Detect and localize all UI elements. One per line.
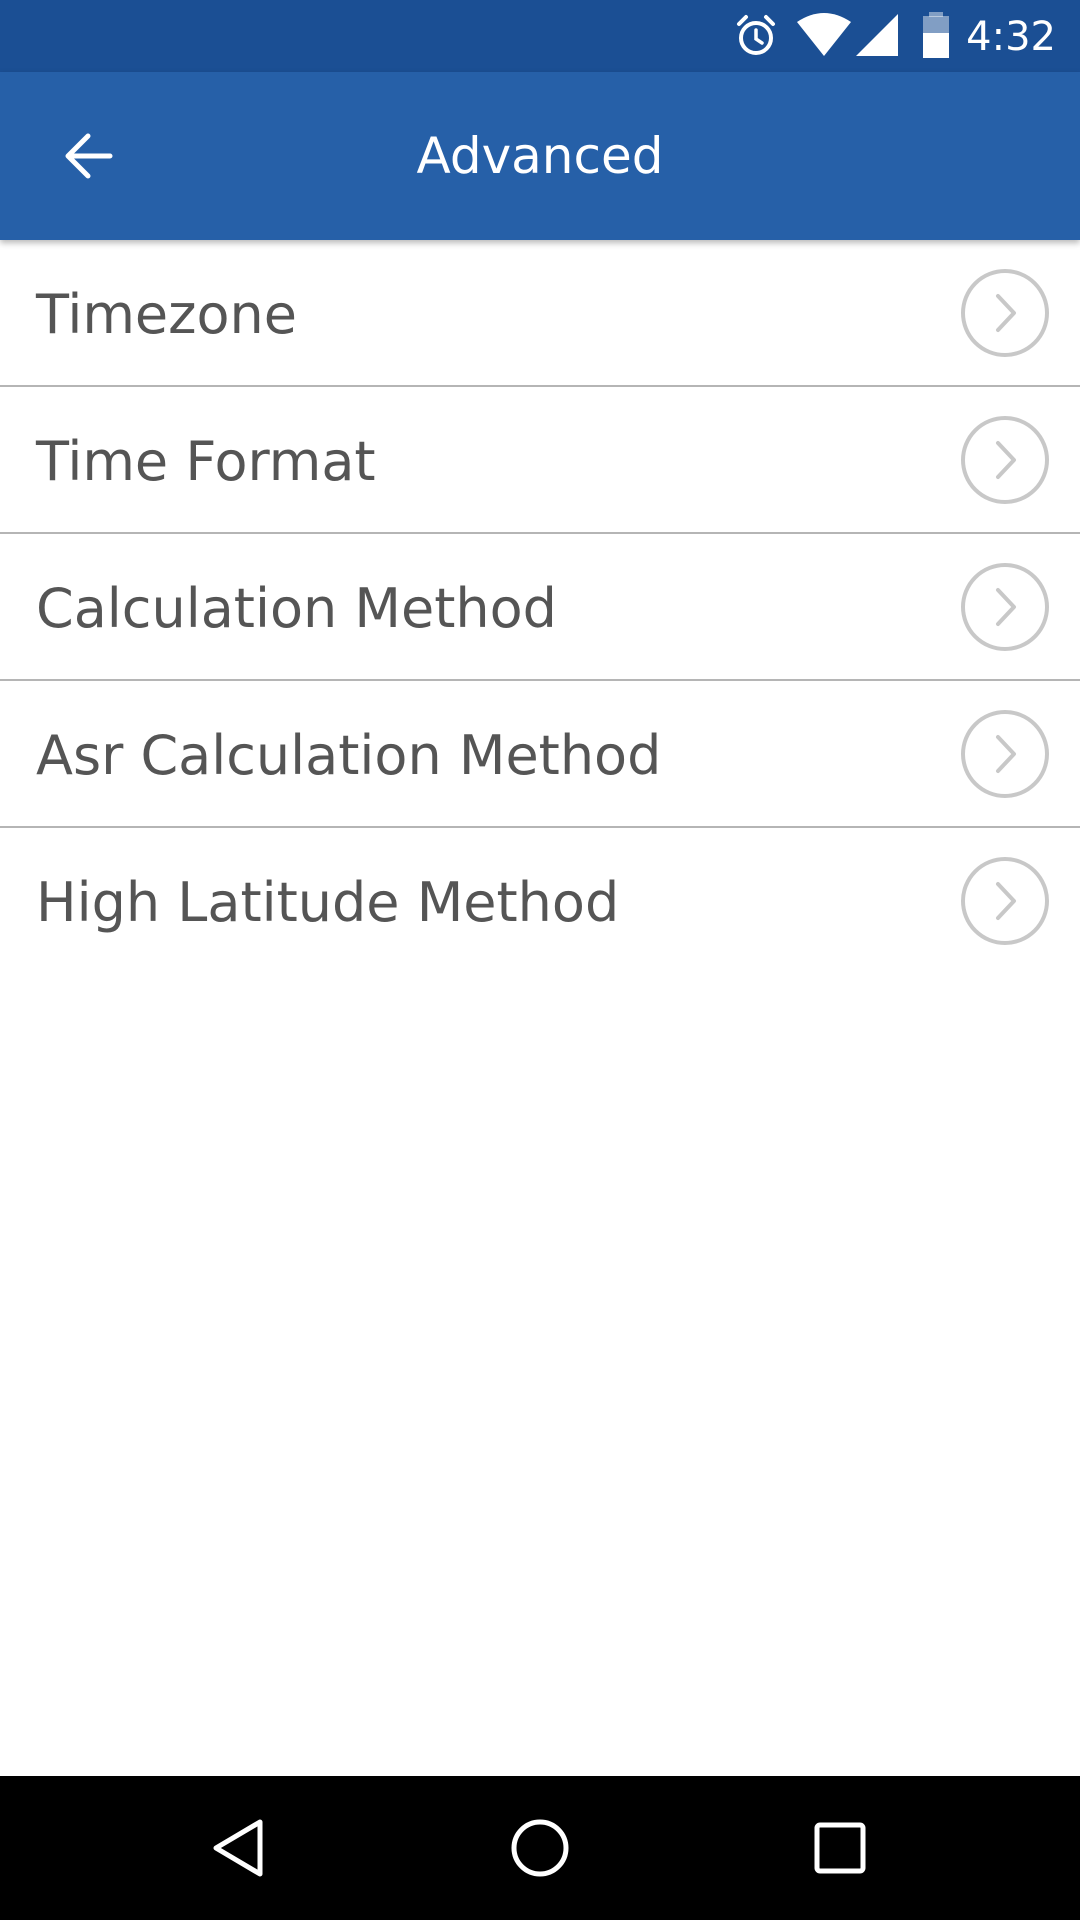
settings-list: Timezone Time Format Calculation Method … <box>0 240 1080 973</box>
navigation-bar <box>0 1776 1080 1920</box>
recents-square-icon <box>814 1822 866 1874</box>
back-triangle-icon <box>213 1819 263 1877</box>
settings-item-high-latitude-method[interactable]: High Latitude Method <box>0 828 1080 973</box>
status-bar: 4:32 <box>0 0 1080 72</box>
app-bar: Advanced <box>0 72 1080 240</box>
settings-item-timezone[interactable]: Timezone <box>0 240 1080 387</box>
nav-back-button[interactable] <box>198 1806 282 1890</box>
page-title: Advanced <box>416 127 664 185</box>
settings-item-label: Time Format <box>36 430 376 493</box>
settings-item-label: Calculation Method <box>36 577 557 640</box>
chevron-right-circle-icon <box>961 710 1049 798</box>
chevron-right-circle-icon <box>961 269 1049 357</box>
wifi-icon <box>797 13 851 56</box>
nav-home-button[interactable] <box>498 1806 582 1890</box>
settings-item-label: High Latitude Method <box>36 871 620 934</box>
status-time: 4:32 <box>966 14 1056 60</box>
chevron-right-circle-icon <box>961 416 1049 504</box>
home-circle-icon <box>511 1819 569 1877</box>
nav-recents-button[interactable] <box>798 1806 882 1890</box>
settings-item-calculation-method[interactable]: Calculation Method <box>0 534 1080 681</box>
settings-item-time-format[interactable]: Time Format <box>0 387 1080 534</box>
alarm-icon <box>737 15 775 55</box>
settings-item-label: Timezone <box>36 283 297 346</box>
chevron-right-circle-icon <box>961 563 1049 651</box>
chevron-right-circle-icon <box>961 857 1049 945</box>
battery-icon <box>923 12 949 58</box>
settings-item-asr-calculation-method[interactable]: Asr Calculation Method <box>0 681 1080 828</box>
settings-item-label: Asr Calculation Method <box>36 724 662 787</box>
cell-signal-icon <box>856 14 898 56</box>
